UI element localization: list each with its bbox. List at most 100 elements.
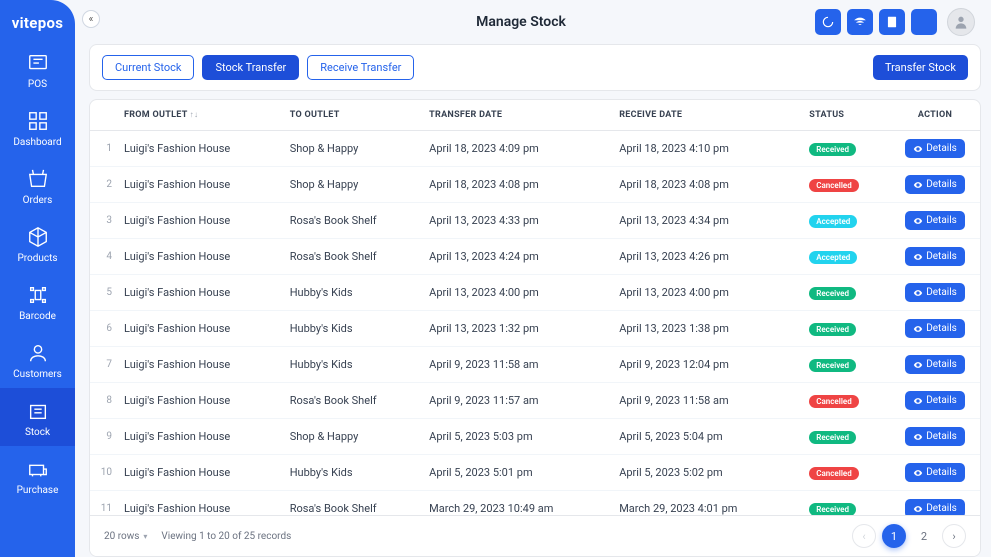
table-row: 5Luigi's Fashion HouseHubby's KidsApril … xyxy=(90,275,980,311)
cell-receive-date: April 18, 2023 4:10 pm xyxy=(611,131,801,167)
details-button[interactable]: Details xyxy=(905,211,965,230)
dashboard-icon xyxy=(25,108,51,134)
tab-receive-transfer[interactable]: Receive Transfer xyxy=(307,55,414,80)
table-row: 9Luigi's Fashion HouseShop & HappyApril … xyxy=(90,419,980,455)
chevron-down-icon: ▾ xyxy=(143,532,147,541)
cell-to-outlet: Rosa's Book Shelf xyxy=(282,203,421,239)
table-row: 2Luigi's Fashion HouseShop & HappyApril … xyxy=(90,167,980,203)
col-status[interactable]: STATUS xyxy=(801,100,890,131)
cell-to-outlet: Rosa's Book Shelf xyxy=(282,491,421,516)
nav-dashboard[interactable]: Dashboard xyxy=(0,98,75,156)
cell-status: Cancelled xyxy=(801,383,890,419)
rows-per-page-select[interactable]: 20 rows▾ xyxy=(104,531,147,542)
status-badge: Received xyxy=(809,287,856,300)
cell-transfer-date: April 9, 2023 11:58 am xyxy=(421,347,611,383)
cell-receive-date: April 18, 2023 4:08 pm xyxy=(611,167,801,203)
cell-from-outlet: Luigi's Fashion House xyxy=(116,311,282,347)
cell-transfer-date: April 5, 2023 5:03 pm xyxy=(421,419,611,455)
tab-current-stock[interactable]: Current Stock xyxy=(102,55,194,80)
table-scroll[interactable]: FROM OUTLET↑↓ TO OUTLET TRANSFER DATE RE… xyxy=(90,100,980,515)
cell-receive-date: April 13, 2023 4:00 pm xyxy=(611,275,801,311)
cell-transfer-date: April 13, 2023 1:32 pm xyxy=(421,311,611,347)
status-badge: Received xyxy=(809,503,856,516)
cell-transfer-date: April 13, 2023 4:00 pm xyxy=(421,275,611,311)
cell-receive-date: April 9, 2023 12:04 pm xyxy=(611,347,801,383)
table-row: 6Luigi's Fashion HouseHubby's KidsApril … xyxy=(90,311,980,347)
status-badge: Cancelled xyxy=(809,179,858,192)
details-button[interactable]: Details xyxy=(905,139,965,158)
table-footer: 20 rows▾ Viewing 1 to 20 of 25 records ‹… xyxy=(90,515,980,556)
cell-status: Accepted xyxy=(801,203,890,239)
page-next-button[interactable]: › xyxy=(942,524,966,548)
table-row: 11Luigi's Fashion HouseRosa's Book Shelf… xyxy=(90,491,980,516)
cell-status: Received xyxy=(801,419,890,455)
stock-icon xyxy=(25,398,51,424)
col-transfer-date[interactable]: TRANSFER DATE xyxy=(421,100,611,131)
details-button[interactable]: Details xyxy=(905,391,965,410)
details-button[interactable]: Details xyxy=(905,499,965,515)
sidebar: vitepos POS Dashboard Orders Products Ba… xyxy=(0,0,75,557)
table-row: 1Luigi's Fashion HouseShop & HappyApril … xyxy=(90,131,980,167)
details-button[interactable]: Details xyxy=(905,355,965,374)
page-prev-button[interactable]: ‹ xyxy=(852,524,876,548)
brand-logo: vitepos xyxy=(12,8,63,40)
cell-transfer-date: April 5, 2023 5:01 pm xyxy=(421,455,611,491)
products-icon xyxy=(25,224,51,250)
avatar[interactable] xyxy=(947,8,975,36)
details-button[interactable]: Details xyxy=(905,319,965,338)
fullscreen-icon[interactable] xyxy=(911,9,937,35)
col-action: ACTION xyxy=(890,100,980,131)
col-from-outlet[interactable]: FROM OUTLET↑↓ xyxy=(116,100,282,131)
cell-status: Received xyxy=(801,491,890,516)
status-badge: Accepted xyxy=(809,251,857,264)
details-button[interactable]: Details xyxy=(905,283,965,302)
main: Manage Stock Current Stock Stock Transfe… xyxy=(75,0,991,557)
page-title: Manage Stock xyxy=(227,14,815,30)
customers-icon xyxy=(25,340,51,366)
calculator-icon[interactable] xyxy=(879,9,905,35)
cell-to-outlet: Hubby's Kids xyxy=(282,455,421,491)
cell-status: Cancelled xyxy=(801,455,890,491)
cell-status: Received xyxy=(801,347,890,383)
cell-to-outlet: Rosa's Book Shelf xyxy=(282,383,421,419)
details-button[interactable]: Details xyxy=(905,463,965,482)
stock-transfer-table: FROM OUTLET↑↓ TO OUTLET TRANSFER DATE RE… xyxy=(90,100,980,515)
cell-to-outlet: Hubby's Kids xyxy=(282,311,421,347)
cell-transfer-date: April 9, 2023 11:57 am xyxy=(421,383,611,419)
nav-customers[interactable]: Customers xyxy=(0,330,75,388)
details-button[interactable]: Details xyxy=(905,427,965,446)
nav-purchase[interactable]: Purchase xyxy=(0,446,75,504)
orders-icon xyxy=(25,166,51,192)
cell-to-outlet: Hubby's Kids xyxy=(282,275,421,311)
table-row: 7Luigi's Fashion HouseHubby's KidsApril … xyxy=(90,347,980,383)
cell-status: Received xyxy=(801,131,890,167)
tab-stock-transfer[interactable]: Stock Transfer xyxy=(202,55,299,80)
page-1-button[interactable]: 1 xyxy=(882,524,906,548)
cell-from-outlet: Luigi's Fashion House xyxy=(116,419,282,455)
nav-orders[interactable]: Orders xyxy=(0,156,75,214)
table-row: 3Luigi's Fashion HouseRosa's Book ShelfA… xyxy=(90,203,980,239)
nav-pos[interactable]: POS xyxy=(0,40,75,98)
cell-receive-date: April 5, 2023 5:04 pm xyxy=(611,419,801,455)
wifi-icon[interactable] xyxy=(847,9,873,35)
page-2-button[interactable]: 2 xyxy=(912,524,936,548)
sync-icon[interactable] xyxy=(815,9,841,35)
nav-barcode[interactable]: Barcode xyxy=(0,272,75,330)
content: Current Stock Stock Transfer Receive Tra… xyxy=(75,44,991,557)
transfer-stock-button[interactable]: Transfer Stock xyxy=(873,55,968,80)
cell-from-outlet: Luigi's Fashion House xyxy=(116,131,282,167)
details-button[interactable]: Details xyxy=(905,175,965,194)
viewing-label: Viewing 1 to 20 of 25 records xyxy=(161,531,291,542)
sidebar-collapse-button[interactable]: « xyxy=(82,10,100,28)
col-receive-date[interactable]: RECEIVE DATE xyxy=(611,100,801,131)
barcode-icon xyxy=(25,282,51,308)
pos-icon xyxy=(25,50,51,76)
col-to-outlet[interactable]: TO OUTLET xyxy=(282,100,421,131)
cell-to-outlet: Rosa's Book Shelf xyxy=(282,239,421,275)
details-button[interactable]: Details xyxy=(905,247,965,266)
nav-stock[interactable]: Stock xyxy=(0,388,75,446)
cell-from-outlet: Luigi's Fashion House xyxy=(116,383,282,419)
cell-status: Received xyxy=(801,311,890,347)
cell-status: Accepted xyxy=(801,239,890,275)
nav-products[interactable]: Products xyxy=(0,214,75,272)
